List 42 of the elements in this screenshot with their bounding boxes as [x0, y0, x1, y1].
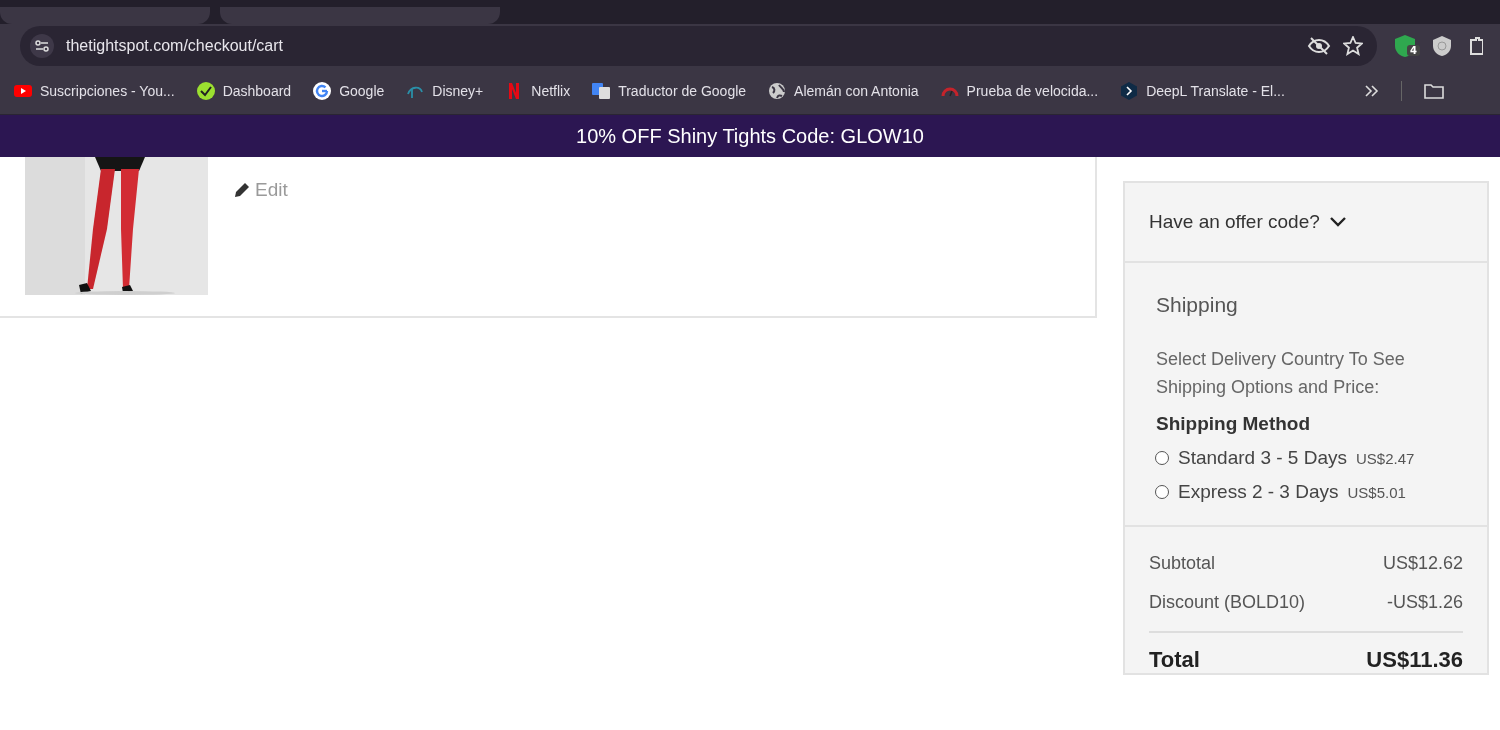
extension-badge: 4 [1407, 45, 1420, 56]
translate-icon [592, 82, 611, 100]
total-value: US$11.36 [1366, 647, 1463, 673]
summary-value: -US$1.26 [1386, 592, 1463, 613]
shield-icon[interactable] [1433, 36, 1451, 56]
shipping-option-label: Standard 3 - 5 Days [1178, 447, 1347, 469]
folder-icon[interactable] [1423, 83, 1444, 99]
site-settings-icon[interactable] [30, 34, 54, 58]
bookmark-link[interactable]: DeepL Translate - El... [1120, 82, 1285, 100]
check-icon [196, 82, 215, 100]
globe-icon [768, 82, 787, 100]
bookmark-link[interactable]: Dashboard [196, 82, 292, 100]
bookmark-link[interactable]: Google [313, 82, 385, 100]
hexagon-logo-icon [1120, 82, 1139, 100]
shipping-note: Select Delivery Country To See Shipping Options and Price: [1156, 348, 1406, 399]
shipping-price: US$5.01 [1347, 483, 1406, 501]
bookmark-link[interactable]: Prueba de velocida... [940, 82, 1099, 100]
shipping-price: US$2.47 [1356, 449, 1415, 467]
summary-label: Subtotal [1149, 553, 1216, 574]
bookmark-link[interactable]: Suscripciones - You... [14, 82, 175, 100]
chevron-down-icon [1329, 217, 1346, 227]
summary-value: US$12.62 [1382, 553, 1463, 574]
address-bar[interactable]: thetightspot.com/checkout/cart [20, 26, 1377, 66]
google-g-icon [313, 82, 332, 100]
shipping-method-heading: Shipping Method [1156, 413, 1312, 435]
url-text[interactable]: thetightspot.com/checkout/cart [66, 37, 1295, 55]
pencil-icon [233, 181, 251, 199]
star-icon[interactable] [1343, 36, 1363, 56]
total-label: Total [1149, 647, 1200, 673]
bookmark-link[interactable]: Disney+ [406, 82, 484, 100]
shipping-option-label: Express 2 - 3 Days [1178, 481, 1339, 503]
bookmark-link[interactable]: Alemán con Antonia [768, 82, 919, 100]
video-play-icon [14, 82, 32, 100]
radio-button[interactable] [1155, 485, 1169, 499]
shipping-heading: Shipping [1156, 293, 1239, 317]
summary-label: Discount (BOLD10) [1149, 592, 1306, 613]
chevrons-right-icon[interactable] [1364, 84, 1379, 98]
radio-button[interactable] [1155, 451, 1169, 465]
eye-slash-icon[interactable] [1307, 36, 1331, 56]
bookmark-link[interactable]: Netflix [505, 82, 571, 100]
bookmark-link[interactable]: Traductor de Google [592, 82, 747, 100]
promo-banner: 10% OFF Shiny Tights Code: GLOW10 [0, 115, 1500, 157]
